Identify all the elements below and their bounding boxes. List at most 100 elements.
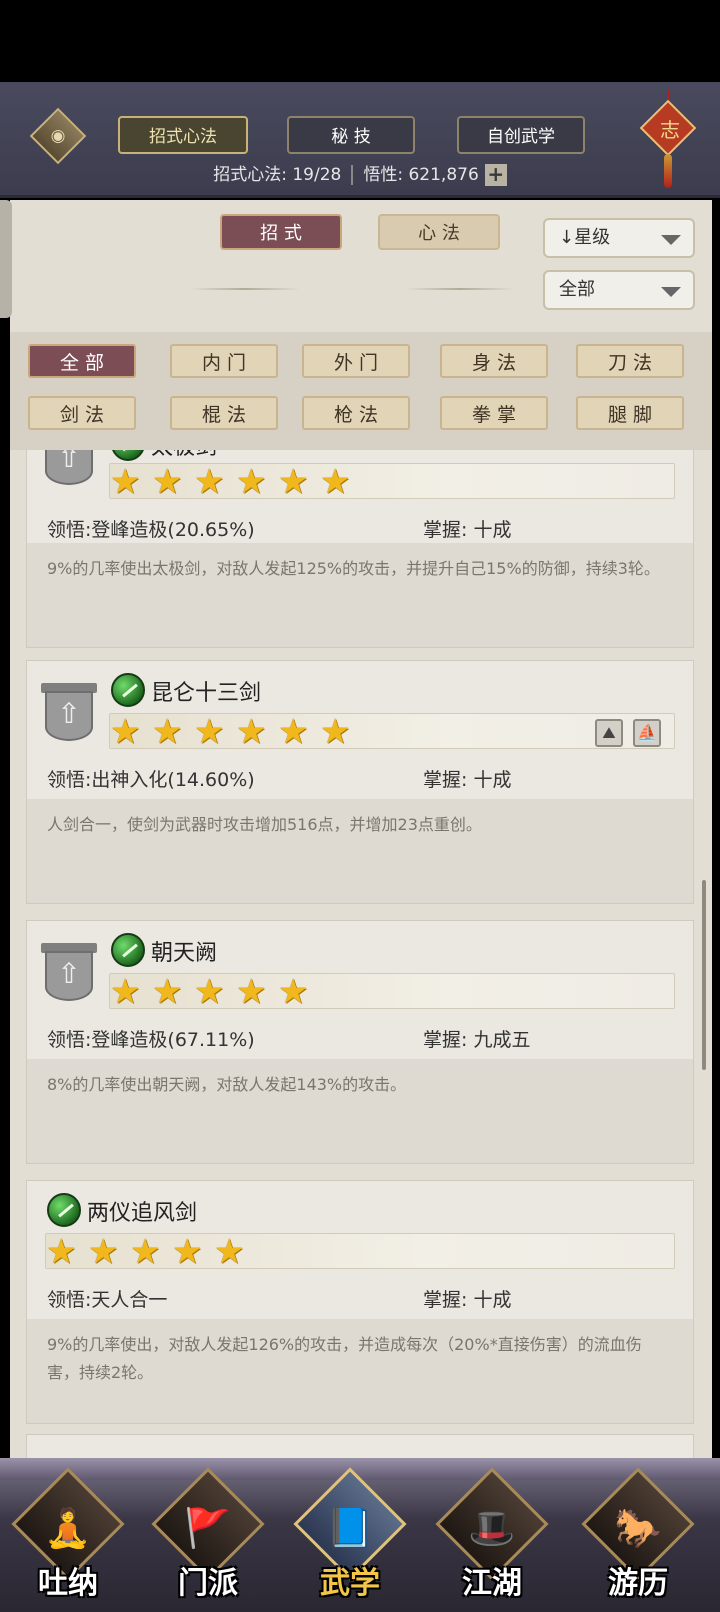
mountain-icon[interactable]: ⛰ [595, 719, 623, 747]
upgrade-shield-icon[interactable]: ⇧ [41, 450, 97, 489]
add-insight-button[interactable]: + [484, 164, 507, 186]
skill-name: 昆仑十三剑 [151, 681, 262, 706]
skill-card[interactable]: 两仪追风剑 ★ ★ ★ ★ ★ 领悟:天人合一 掌握: 十成 9%的几率使出，对敌人发起… [26, 1180, 694, 1424]
comprehension-label: 领悟: [47, 769, 92, 791]
mastery-value: 十成 [473, 769, 512, 791]
flag-icon: 🚩 [184, 1506, 232, 1550]
star-icon: ★ [194, 462, 225, 502]
mastery: 掌握: 十成 [423, 1285, 511, 1312]
star-icon: ★ [320, 462, 351, 502]
filter-select[interactable]: 全部 [543, 270, 695, 310]
star-icon: ★ [236, 712, 267, 752]
star-icon: ★ [278, 712, 309, 752]
tab-secret-skills[interactable]: 秘 技 [287, 116, 415, 154]
mastery-label: 掌握: [423, 769, 468, 791]
side-handle[interactable] [0, 200, 12, 318]
mastery-label: 掌握: [423, 1289, 468, 1311]
star-icon: ★ [320, 712, 351, 752]
filter-staff[interactable]: 棍 法 [170, 396, 278, 430]
knot-tassel [664, 154, 672, 188]
filter-sword[interactable]: 剑 法 [28, 396, 136, 430]
nav-travel[interactable]: 🐎 游历 [581, 1467, 695, 1612]
sail-icon[interactable]: ⛵ [633, 719, 661, 747]
nav-label: 门派 [178, 1566, 238, 1601]
nav-jianghu[interactable]: 🎩 江湖 [435, 1467, 549, 1612]
skill-description: 9%的几率使出，对敌人发起126%的攻击，并造成每次（20%*直接伤害）的流血伤… [27, 1319, 693, 1423]
upgrade-shield-icon[interactable]: ⇧ [41, 683, 97, 745]
nav-sect[interactable]: 🚩 门派 [151, 1467, 265, 1612]
filter-blade[interactable]: 刀 法 [576, 344, 684, 378]
count-label: 招式心法: [213, 165, 287, 185]
tab-self-created[interactable]: 自创武学 [457, 116, 585, 154]
skill-list[interactable]: ⇧ 太极剑 ★ ★ ★ ★ ★ ★ 领悟: 登峰造极(20.65%) 掌握: 十成 9%的几… [10, 450, 712, 1458]
list-scrollbar[interactable] [702, 880, 706, 1070]
star-icon: ★ [152, 972, 183, 1012]
count-value: 19/28 [292, 165, 342, 185]
lucky-knot-button[interactable]: 志 [639, 90, 698, 190]
skill-description: 人剑合一，使剑为武器时攻击增加516点，并增加23点重创。 [27, 799, 693, 903]
insight-value: 621,876 [408, 165, 479, 185]
book-icon: 📘 [326, 1506, 374, 1550]
filter-outer[interactable]: 外 门 [302, 344, 410, 378]
comprehension-value: 登峰造极(67.11%) [91, 1029, 255, 1051]
star-icon: ★ [236, 972, 267, 1012]
comprehension-value: 出神入化(14.60%) [91, 769, 255, 791]
sword-orb-icon [111, 450, 145, 461]
app-root: ◉ 招式心法 秘 技 自创武学 招式心法: 19/28 悟性: 621,876 + … [0, 0, 720, 1612]
chevron-down-icon [661, 235, 681, 245]
nav-label: 游历 [608, 1566, 668, 1601]
mastery: 掌握: 九成五 [423, 1025, 530, 1052]
nav-martial-arts[interactable]: 📘 武学 [293, 1467, 407, 1612]
star-icon: ★ [194, 972, 225, 1012]
tab-methods[interactable]: 心 法 [378, 214, 500, 250]
divider-ornament [405, 288, 515, 290]
tab-moves[interactable]: 招 式 [220, 214, 342, 250]
mastery: 掌握: 十成 [423, 515, 511, 542]
filter-fist[interactable]: 拳 掌 [440, 396, 548, 430]
comprehension: 领悟:出神入化(14.60%) [47, 765, 255, 792]
skill-description: 9%的几率使出太极剑，对敌人发起125%的攻击，并提升自己15%的防御，持续3轮… [27, 543, 693, 647]
star-icon: ★ [46, 1232, 77, 1272]
stats-line: 招式心法: 19/28 悟性: 621,876 + [0, 160, 720, 186]
mastery-label: 掌握: [423, 519, 468, 541]
mastery-label: 掌握: [423, 1029, 468, 1051]
category-filter-bar: 全 部 内 门 外 门 身 法 刀 法 剑 法 棍 法 枪 法 拳 掌 腿 脚 [10, 332, 712, 450]
skill-card[interactable]: ⇧ 太极剑 ★ ★ ★ ★ ★ ★ 领悟:登峰造极(20.65%) 掌握: 十成 9%的几… [26, 450, 694, 648]
filter-all[interactable]: 全 部 [28, 344, 136, 378]
tab-moves-methods[interactable]: 招式心法 [118, 116, 248, 154]
skill-card[interactable]: ⇧ 昆仑十三剑 ★ ★ ★ ★ ★ ★ ⛰ ⛵ 领悟:出神入化(14.60%) 掌握: 十… [26, 660, 694, 904]
nav-breathing[interactable]: 🧘 吐纳 [11, 1467, 125, 1612]
filter-movement[interactable]: 身 法 [440, 344, 548, 378]
comprehension: 领悟:天人合一 [47, 1285, 167, 1312]
upgrade-shield-icon[interactable]: ⇧ [41, 943, 97, 1005]
skill-card[interactable]: ⇧ 朝天阙 ★ ★ ★ ★ ★ 领悟:登峰造极(67.11%) 掌握: 九成五 8%的几… [26, 920, 694, 1164]
star-rating: ★ ★ ★ ★ ★ ★ [109, 463, 675, 499]
divider-ornament [190, 288, 300, 290]
skill-card[interactable] [26, 1434, 694, 1458]
sword-orb-icon [47, 1193, 81, 1227]
skill-name: 太极剑 [151, 450, 217, 461]
comprehension-label: 领悟: [47, 1029, 92, 1051]
star-rating: ★ ★ ★ ★ ★ ★ [109, 713, 675, 749]
star-icon: ★ [110, 712, 141, 752]
sort-select[interactable]: ↓星级 [543, 218, 695, 258]
sword-orb-icon [111, 673, 145, 707]
comprehension-label: 领悟: [47, 1289, 92, 1311]
star-icon: ★ [152, 712, 183, 752]
horse-icon: 🐎 [614, 1506, 662, 1550]
filter-spear[interactable]: 枪 法 [302, 396, 410, 430]
knot-char: 志 [660, 118, 680, 142]
meditation-icon: 🧘 [44, 1506, 92, 1550]
star-icon: ★ [214, 1232, 245, 1272]
filter-inner[interactable]: 内 门 [170, 344, 278, 378]
divider [351, 165, 354, 185]
skill-description: 8%的几率使出朝天阙，对敌人发起143%的攻击。 [27, 1059, 693, 1163]
filter-value: 全部 [559, 279, 595, 300]
star-rating: ★ ★ ★ ★ ★ [45, 1233, 675, 1269]
filter-leg[interactable]: 腿 脚 [576, 396, 684, 430]
nav-label: 江湖 [462, 1566, 522, 1601]
sort-value: ↓星级 [559, 227, 611, 248]
comprehension-value: 登峰造极(20.65%) [91, 519, 255, 541]
sword-orb-icon [111, 933, 145, 967]
hat-icon: 🎩 [468, 1506, 516, 1550]
